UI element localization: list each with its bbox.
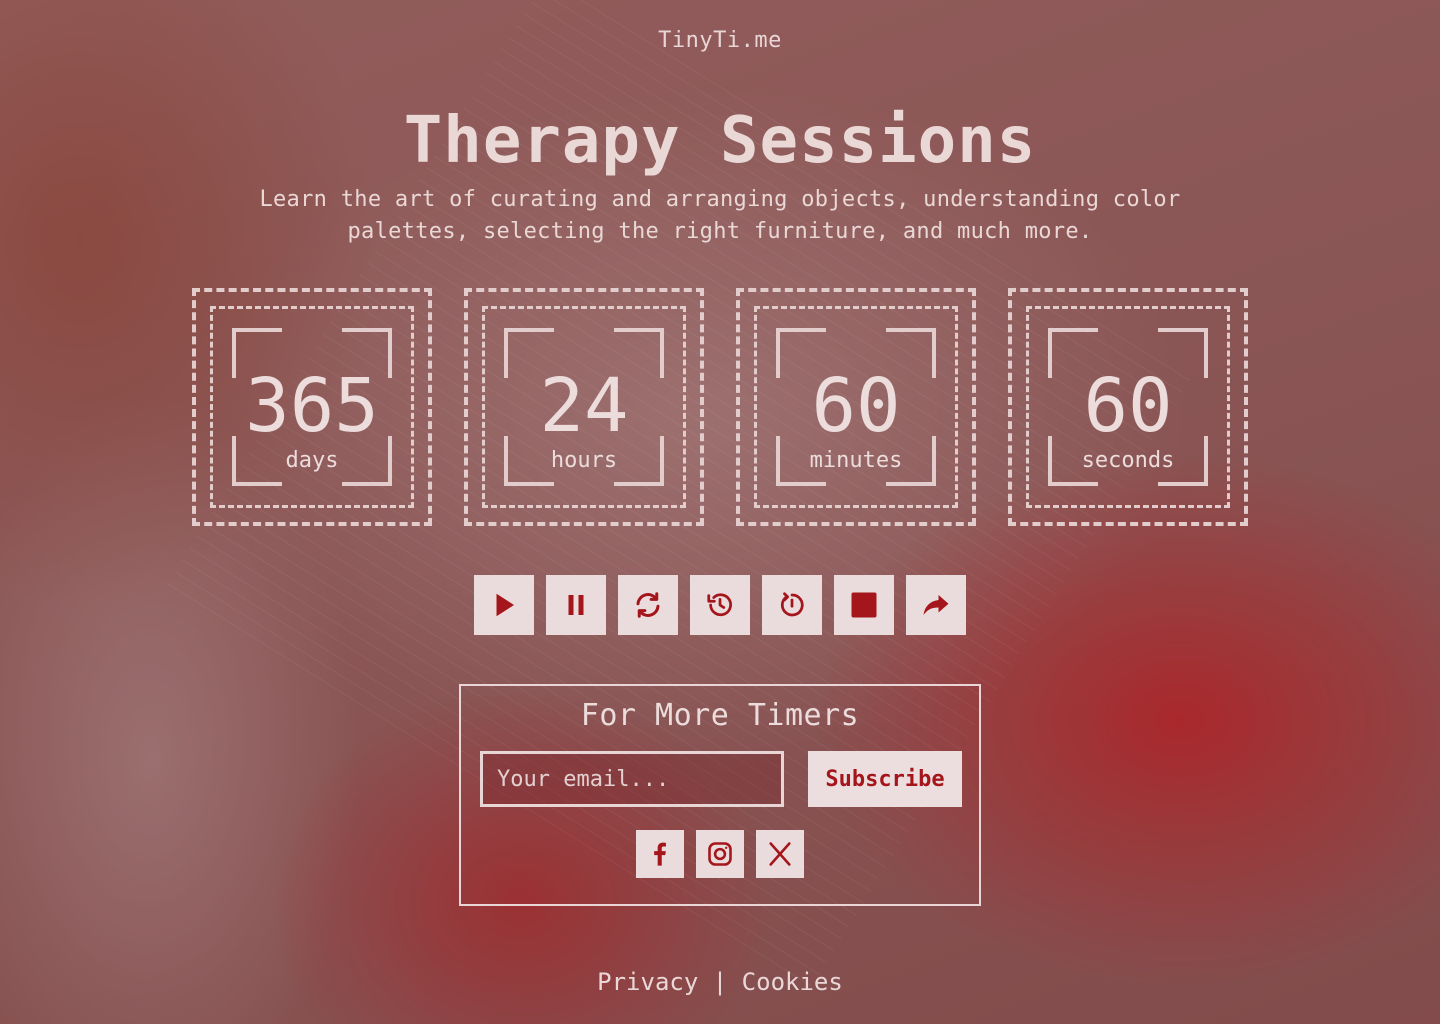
countdown-minutes-value: 60 — [811, 363, 901, 449]
stop-button[interactable] — [834, 575, 894, 635]
countdown-days-value: 365 — [245, 363, 379, 449]
play-button[interactable] — [474, 575, 534, 635]
facebook-icon — [654, 842, 666, 866]
social-links — [636, 830, 806, 878]
page-subtitle: Learn the art of curating and arranging … — [259, 187, 1181, 244]
countdown-timer: 365 days 24 hours 60 minutes 60 seconds — [192, 288, 1248, 526]
timer-controls — [474, 575, 966, 635]
privacy-link[interactable]: Privacy — [597, 968, 698, 996]
countdown-seconds-value: 60 — [1083, 363, 1173, 449]
x-twitter-link[interactable] — [756, 830, 804, 878]
countdown-days-label: days — [285, 448, 339, 473]
instagram-icon — [708, 842, 732, 866]
restart-button[interactable] — [618, 575, 678, 635]
pause-icon — [568, 595, 584, 615]
restart-icon — [636, 592, 660, 618]
page-content: TinyTi.me Therapy Sessions Learn the art… — [0, 0, 1440, 1024]
footer-links: Privacy | Cookies — [0, 968, 1440, 996]
play-icon — [496, 593, 514, 617]
countdown-hours-value: 24 — [539, 363, 629, 449]
page-title: Therapy Sessions — [403, 104, 1037, 178]
countdown-hours-label: hours — [550, 448, 618, 473]
pause-button[interactable] — [546, 575, 606, 635]
email-input[interactable] — [480, 751, 784, 807]
share-button[interactable] — [906, 575, 966, 635]
countdown-seconds-label: seconds — [1081, 448, 1175, 473]
x-twitter-icon — [769, 842, 791, 866]
countdown-unit-hours: 24 hours — [464, 288, 704, 526]
subscribe-heading: For More Timers — [580, 698, 860, 733]
timer-reset-icon — [780, 592, 804, 617]
history-icon — [707, 593, 732, 617]
history-button[interactable] — [690, 575, 750, 635]
cookies-link[interactable]: Cookies — [742, 968, 843, 996]
subscribe-button[interactable]: Subscribe — [808, 751, 962, 807]
share-icon — [923, 595, 949, 615]
timer-reset-button[interactable] — [762, 575, 822, 635]
countdown-unit-minutes: 60 minutes — [736, 288, 976, 526]
facebook-link[interactable] — [636, 830, 684, 878]
countdown-unit-days: 365 days — [192, 288, 432, 526]
footer-separator: | — [712, 968, 728, 996]
countdown-minutes-label: minutes — [809, 448, 903, 473]
stop-icon — [851, 592, 877, 618]
subscribe-panel: For More Timers Subscribe — [459, 684, 981, 906]
countdown-unit-seconds: 60 seconds — [1008, 288, 1248, 526]
instagram-link[interactable] — [696, 830, 744, 878]
brand-logo-text[interactable]: TinyTi.me — [0, 28, 1440, 53]
